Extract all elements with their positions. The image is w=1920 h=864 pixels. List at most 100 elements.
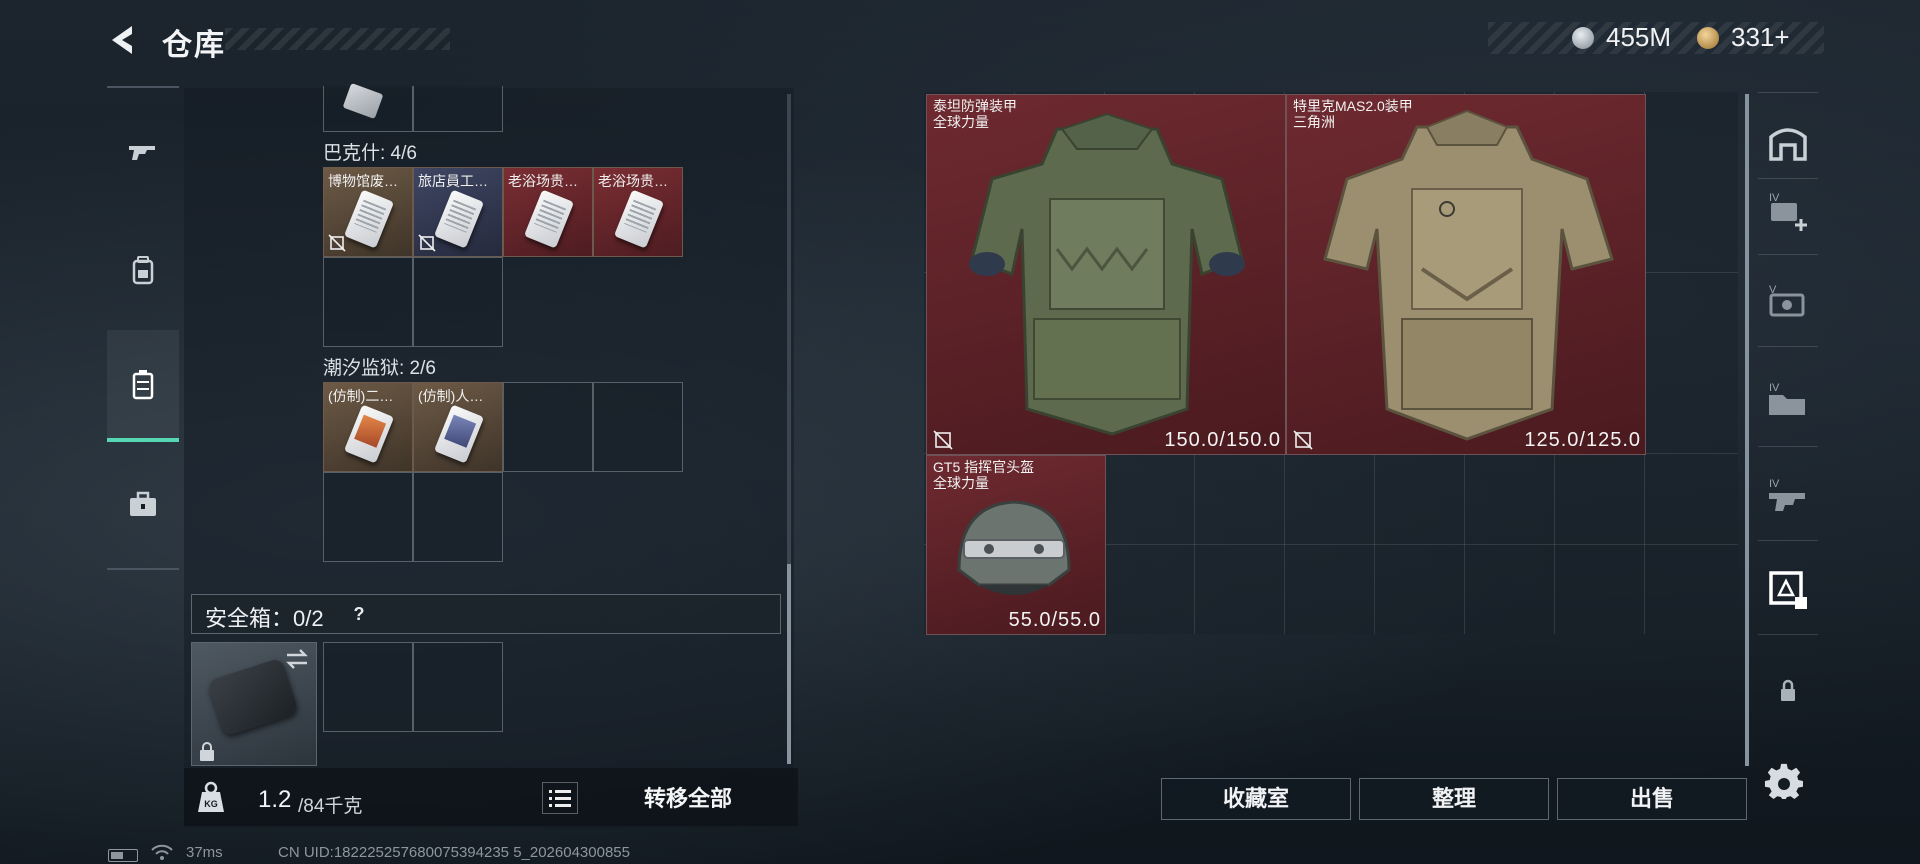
grid-cell[interactable] [323, 257, 413, 347]
tab-v-gear[interactable]: V [1758, 272, 1818, 332]
equipment-scrollbar[interactable] [1745, 94, 1749, 766]
back-arrow-icon[interactable] [104, 20, 144, 60]
grid-cell[interactable] [413, 472, 503, 562]
no-trade-icon [933, 430, 953, 450]
tab-iv-add[interactable]: IV [1758, 180, 1818, 240]
divider [1758, 178, 1818, 179]
equipment-item[interactable]: 泰坦防弹装甲 全球力量 150.0/150.0 [926, 94, 1286, 455]
lock-tab[interactable] [1758, 660, 1818, 720]
item-name: 旅店員工… [418, 173, 488, 189]
durability-text: 150.0/150.0 [1164, 429, 1281, 451]
transfer-all-button[interactable]: 转移全部 [600, 782, 776, 816]
page-title: 仓库 [162, 29, 226, 62]
item-tile[interactable]: 老浴场贵… [593, 167, 683, 257]
helmet-icon [957, 500, 1071, 595]
keycard-icon [433, 189, 485, 249]
gun-icon [129, 146, 155, 160]
item-tile[interactable]: 老浴场贵… [503, 167, 593, 257]
list-view-button[interactable] [542, 782, 578, 814]
sell-button[interactable]: 出售 [1557, 778, 1747, 820]
collection-room-button[interactable]: 收藏室 [1161, 778, 1351, 820]
svg-text:IV: IV [1769, 382, 1780, 394]
wifi-icon [151, 844, 173, 860]
backpack-icon [132, 256, 154, 285]
durability-text: 55.0/55.0 [1008, 609, 1101, 631]
nav-weapons[interactable] [107, 114, 179, 190]
tab-filter[interactable] [1758, 560, 1818, 620]
item-name: (仿制)人… [418, 388, 484, 404]
weight-current: 1.2 [258, 786, 292, 813]
svg-text:IV: IV [1769, 478, 1780, 490]
item-name: 老浴场贵… [508, 173, 578, 189]
item-tile[interactable]: (仿制)人… [413, 382, 503, 472]
item-card-icon [342, 82, 384, 120]
help-icon[interactable]: ? [348, 603, 370, 625]
equipment-subtitle: 全球力量 [933, 475, 989, 491]
ping-text: 37ms [186, 844, 223, 861]
equipment-item[interactable]: 特里克MAS2.0装甲 三角洲 125.0/125.0 [1286, 94, 1646, 455]
no-trade-icon [1293, 430, 1313, 450]
lock-icon [200, 742, 214, 761]
item-name: (仿制)二… [328, 388, 394, 404]
title-decoration [225, 28, 450, 50]
storage-tab-icon [1769, 128, 1807, 161]
uid-text: CN UID:182225257680075394235 5_202604300… [278, 844, 630, 861]
list-icon [549, 790, 571, 807]
equipment-item[interactable]: GT5 指挥官头盔 全球力量 55.0/55.0 [926, 455, 1106, 635]
lock-icon [1781, 679, 1795, 701]
item-name: 博物馆废… [328, 173, 398, 189]
item-tile[interactable]: 旅店員工… [413, 167, 503, 257]
divider [1758, 92, 1818, 93]
tab-v-gear-icon: V [1769, 284, 1805, 317]
grid-cell[interactable] [323, 82, 413, 132]
swap-icon[interactable] [284, 646, 310, 672]
tab-iv-folder[interactable]: IV [1758, 370, 1818, 430]
inventory-scroll-thumb[interactable] [787, 564, 791, 764]
no-trade-icon [418, 234, 436, 252]
grid-cell[interactable] [323, 472, 413, 562]
keycard-icon [613, 189, 665, 249]
tab-iv-gun[interactable]: IV [1758, 466, 1818, 526]
grid-cell[interactable] [323, 642, 413, 732]
grid-cell[interactable] [503, 382, 593, 472]
item-tile[interactable]: 博物馆废… [323, 167, 413, 257]
keycard-icon [523, 189, 575, 249]
item-tile[interactable]: (仿制)二… [323, 382, 413, 472]
container-icon [132, 370, 154, 400]
tab-iv-gun-icon: IV [1769, 478, 1805, 511]
gear-icon[interactable] [1764, 762, 1804, 802]
divider [1758, 254, 1818, 255]
nav-container[interactable] [107, 330, 179, 442]
group-label: 巴克什: 4/6 [323, 143, 417, 164]
tab-iv-folder-icon: IV [1769, 382, 1805, 415]
nav-backpack[interactable] [107, 232, 179, 308]
item-name: 老浴场贵… [598, 173, 668, 189]
grid-cell[interactable] [413, 86, 503, 132]
tab-iv-add-icon: IV [1769, 192, 1807, 231]
group-label: 潮汐监狱: 2/6 [323, 358, 436, 379]
battery-icon [108, 849, 138, 862]
weight-kg-icon: KG [198, 781, 224, 812]
grid-cell[interactable] [593, 382, 683, 472]
grid-cell[interactable] [413, 642, 503, 732]
storage-tab[interactable] [1758, 112, 1818, 172]
keycard-icon [343, 189, 395, 249]
grid-cell[interactable] [413, 257, 503, 347]
divider [1758, 634, 1818, 635]
equipment-name: GT5 指挥官头盔 [933, 459, 1035, 475]
keycard-icon [343, 404, 395, 464]
armor-vest-icon [969, 112, 1245, 436]
divider [1758, 446, 1818, 447]
gold-amount[interactable]: 331+ [1731, 22, 1790, 53]
armor-vest-camo-icon [1323, 109, 1614, 441]
sort-button[interactable]: 整理 [1359, 778, 1549, 820]
divider [1758, 346, 1818, 347]
weight-max: /84千克 [298, 796, 363, 817]
gold-coin-icon [1697, 27, 1719, 49]
toolbox-icon [130, 491, 156, 516]
svg-text:KG: KG [204, 799, 218, 809]
tab-filter-icon [1769, 571, 1807, 609]
no-trade-icon [328, 234, 346, 252]
divider [1758, 540, 1818, 541]
nav-toolbox[interactable] [107, 466, 179, 542]
